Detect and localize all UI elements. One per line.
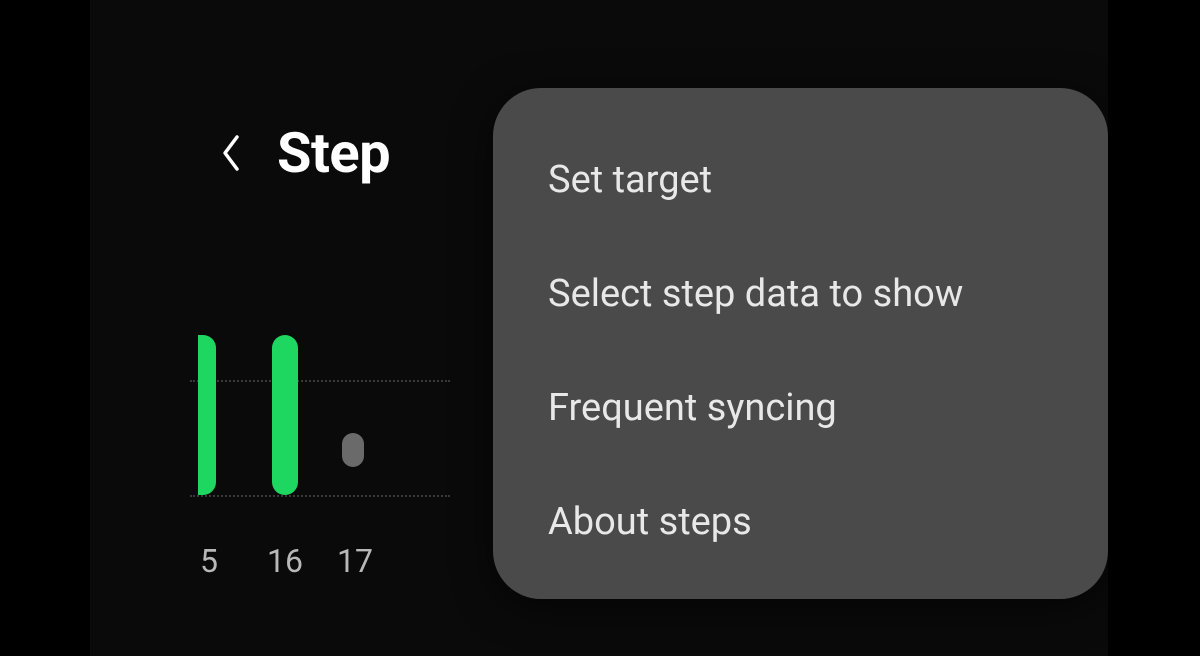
chart-bar[interactable] bbox=[272, 335, 298, 495]
page-title: Step bbox=[277, 120, 390, 186]
chart-bar[interactable] bbox=[198, 335, 216, 495]
steps-bar-chart: 5 16 17 bbox=[190, 335, 490, 525]
menu-item-set-target[interactable]: Set target bbox=[493, 138, 1108, 237]
overflow-menu: Set target Select step data to show Freq… bbox=[493, 88, 1108, 599]
chart-bar[interactable] bbox=[342, 433, 364, 467]
menu-item-about-steps[interactable]: About steps bbox=[493, 465, 1108, 549]
chevron-left-icon bbox=[219, 133, 243, 173]
app-frame: Step 5 16 17 Set target Select step data… bbox=[90, 0, 1108, 656]
back-button[interactable] bbox=[215, 137, 247, 169]
chart-gridline bbox=[190, 380, 450, 382]
header: Step bbox=[215, 120, 390, 186]
x-axis-label: 16 bbox=[267, 542, 303, 580]
x-axis-label: 5 bbox=[200, 542, 218, 580]
menu-item-select-step-data[interactable]: Select step data to show bbox=[493, 237, 1108, 351]
menu-item-frequent-syncing[interactable]: Frequent syncing bbox=[493, 351, 1108, 465]
chart-gridline bbox=[190, 495, 450, 497]
x-axis-label: 17 bbox=[337, 542, 373, 580]
